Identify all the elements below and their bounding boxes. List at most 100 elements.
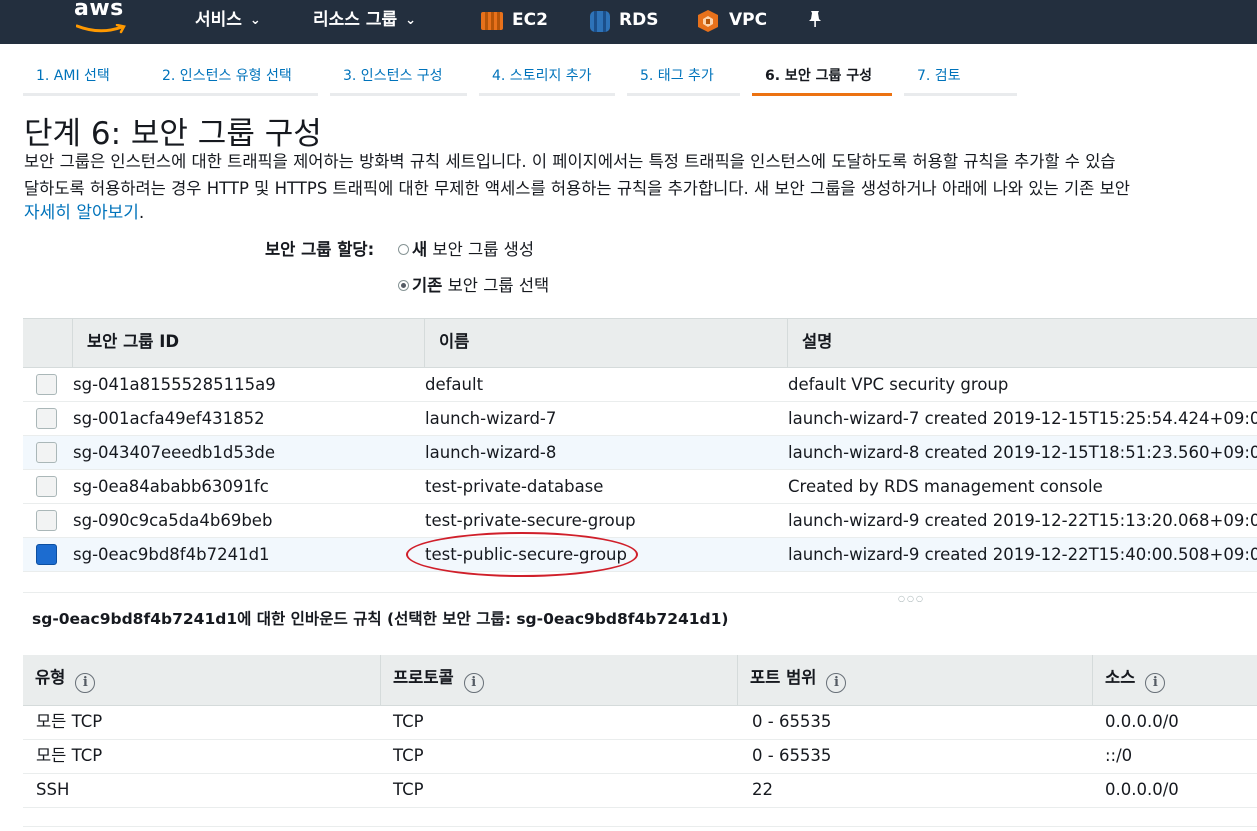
security-group-description: launch-wizard-9 created 2019-12-22T15:40…: [788, 545, 1257, 564]
radio-button-icon[interactable]: [398, 244, 409, 255]
column-header-protocol-label: 프로토콜: [393, 668, 454, 687]
tab-review[interactable]: 7. 검토: [904, 60, 1017, 96]
services-menu[interactable]: 서비스 ⌄: [195, 8, 261, 32]
vpc-shortcut[interactable]: VPC: [729, 8, 767, 32]
rule-type: 모든 TCP: [36, 746, 103, 765]
security-group-id: sg-001acfa49ef431852: [73, 409, 265, 428]
rule-protocol: TCP: [393, 712, 424, 731]
column-header-name[interactable]: 이름: [424, 319, 469, 367]
resource-groups-menu[interactable]: 리소스 그룹 ⌄: [313, 8, 416, 32]
aws-logo-text: aws: [74, 0, 124, 21]
table-row[interactable]: sg-043407eeedb1d53de launch-wizard-8 lau…: [23, 436, 1257, 470]
tab-choose-ami[interactable]: 1. AMI 선택: [23, 60, 149, 96]
info-icon[interactable]: i: [1145, 673, 1166, 693]
vpc-icon: [698, 10, 718, 32]
security-group-id: sg-0ea84ababb63091fc: [73, 477, 269, 496]
aws-logo[interactable]: aws: [74, 0, 134, 40]
inbound-rules-header: 유형 i 프로토콜 i 포트 범위 i 소스 i: [23, 655, 1257, 706]
radio-button-selected-icon[interactable]: [398, 280, 409, 291]
security-group-id: sg-0eac9bd8f4b7241d1: [73, 545, 270, 564]
column-header-type: 유형 i: [23, 655, 96, 705]
table-row-selected[interactable]: sg-0eac9bd8f4b7241d1 test-public-secure-…: [23, 538, 1257, 572]
rds-shortcut[interactable]: RDS: [619, 8, 658, 32]
top-navigation-bar: aws 서비스 ⌄ 리소스 그룹 ⌄ EC2 RDS VPC: [0, 0, 1257, 44]
row-checkbox[interactable]: [36, 408, 57, 429]
rule-source: 0.0.0.0/0: [1105, 712, 1179, 731]
learn-more-link[interactable]: 자세히 알아보기.: [24, 198, 144, 223]
inbound-rules-table: 유형 i 프로토콜 i 포트 범위 i 소스 i 모든 TCP TCP 0 - 6553…: [23, 655, 1257, 808]
radio-existing-bold: 기존: [412, 276, 443, 295]
security-group-name: default: [425, 375, 484, 394]
rule-protocol: TCP: [393, 746, 424, 765]
rule-port-range: 22: [752, 780, 773, 799]
column-header-port-range-label: 포트 범위: [750, 668, 817, 687]
learn-more-period: .: [138, 203, 145, 223]
security-group-description: launch-wizard-7 created 2019-12-15T15:25…: [788, 409, 1257, 428]
page-description-line-1: 보안 그룹은 인스턴스에 대한 트래픽을 제어하는 방화벽 규칙 세트입니다. …: [24, 152, 1116, 171]
resize-handle-icon[interactable]: ○○○: [898, 594, 925, 603]
column-header-security-group-id[interactable]: 보안 그룹 ID: [72, 319, 179, 367]
radio-new-label: 보안 그룹 생성: [427, 240, 535, 259]
tab-add-tags[interactable]: 5. 태그 추가: [627, 60, 740, 96]
aws-smile-icon: [76, 24, 126, 34]
rule-source: ::/0: [1105, 746, 1133, 765]
security-group-name: test-private-secure-group: [425, 511, 636, 530]
inbound-rules-title: sg-0eac9bd8f4b7241d1에 대한 인바운드 규칙 (선택한 보안…: [32, 610, 729, 628]
table-row: 모든 TCP TCP 0 - 65535 ::/0: [23, 739, 1257, 774]
security-group-description: launch-wizard-9 created 2019-12-22T15:13…: [788, 511, 1257, 530]
column-header-description[interactable]: 설명: [787, 319, 832, 367]
security-group-description: launch-wizard-8 created 2019-12-15T18:51…: [788, 443, 1257, 462]
table-row[interactable]: sg-001acfa49ef431852 launch-wizard-7 lau…: [23, 402, 1257, 436]
table-row[interactable]: sg-090c9ca5da4b69beb test-private-secure…: [23, 504, 1257, 538]
row-checkbox[interactable]: [36, 374, 57, 395]
radio-create-new-security-group[interactable]: 새 보안 그룹 생성: [398, 236, 534, 260]
table-row: 모든 TCP TCP 0 - 65535 0.0.0.0/0: [23, 705, 1257, 740]
resource-groups-label: 리소스 그룹: [313, 10, 398, 30]
security-group-description: Created by RDS management console: [788, 477, 1103, 496]
rule-source: 0.0.0.0/0: [1105, 780, 1179, 799]
radio-select-existing-security-group[interactable]: 기존 보안 그룹 선택: [398, 272, 549, 296]
services-label: 서비스: [195, 10, 242, 30]
table-row[interactable]: sg-0ea84ababb63091fc test-private-databa…: [23, 470, 1257, 504]
row-checkbox[interactable]: [36, 476, 57, 497]
tab-configure-security-group[interactable]: 6. 보안 그룹 구성: [752, 60, 892, 96]
security-group-id: sg-041a81555285115a9: [73, 375, 276, 394]
table-bottom-border: [23, 826, 1257, 827]
security-group-description: default VPC security group: [788, 375, 1009, 394]
info-icon[interactable]: i: [463, 673, 484, 693]
chevron-down-icon: ⌄: [249, 13, 261, 28]
security-group-id: sg-043407eeedb1d53de: [73, 443, 276, 462]
tab-choose-instance-type[interactable]: 2. 인스턴스 유형 선택: [149, 60, 318, 96]
column-header-source-label: 소스: [1105, 668, 1136, 687]
page-title: 단계 6: 보안 그룹 구성: [24, 116, 322, 152]
row-checkbox[interactable]: [36, 442, 57, 463]
info-icon[interactable]: i: [826, 673, 847, 693]
row-checkbox[interactable]: [36, 510, 57, 531]
row-checkbox-checked[interactable]: [36, 544, 57, 565]
ec2-shortcut[interactable]: EC2: [512, 8, 548, 32]
tab-configure-instance[interactable]: 3. 인스턴스 구성: [330, 60, 467, 96]
security-group-name: launch-wizard-7: [425, 409, 557, 428]
radio-existing-label: 보안 그룹 선택: [442, 276, 550, 295]
column-header-source: 소스 i: [1092, 655, 1166, 705]
rule-port-range: 0 - 65535: [752, 746, 832, 765]
column-header-type-label: 유형: [35, 668, 66, 687]
security-group-table: 보안 그룹 ID 이름 설명 sg-041a81555285115a9 defa…: [23, 318, 1257, 572]
ec2-icon: [481, 12, 503, 30]
chevron-down-icon: ⌄: [405, 13, 417, 28]
page-description-line-2: 달하도록 허용하려는 경우 HTTP 및 HTTPS 트래픽에 대한 무제한 액…: [24, 179, 1130, 198]
learn-more-label: 자세히 알아보기: [24, 203, 139, 223]
security-group-name: test-private-database: [425, 477, 604, 496]
security-group-name: launch-wizard-8: [425, 443, 557, 462]
column-header-protocol: 프로토콜 i: [380, 655, 484, 705]
table-row[interactable]: sg-041a81555285115a9 default default VPC…: [23, 368, 1257, 402]
info-icon[interactable]: i: [75, 673, 96, 693]
pin-icon[interactable]: [807, 10, 823, 28]
table-row: SSH TCP 22 0.0.0.0/0: [23, 773, 1257, 808]
security-group-id: sg-090c9ca5da4b69beb: [73, 511, 273, 530]
rds-icon: [590, 11, 610, 32]
assign-security-group-label: 보안 그룹 할당:: [265, 240, 375, 259]
rule-port-range: 0 - 65535: [752, 712, 832, 731]
section-divider: [23, 592, 1257, 593]
tab-add-storage[interactable]: 4. 스토리지 추가: [479, 60, 615, 96]
